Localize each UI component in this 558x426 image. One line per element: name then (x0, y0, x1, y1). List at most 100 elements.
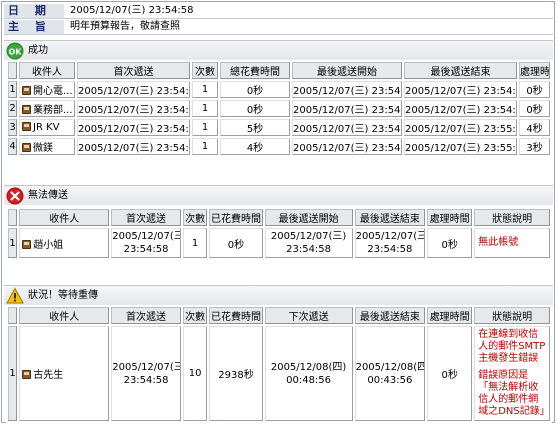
last-end-cell: 2005/12/07(三) 23:54:58 (404, 100, 517, 117)
table-row[interactable]: 4 微鎂 2005/12/07(三) 23:54:58 1 4秒 2005/12… (8, 138, 550, 155)
contact-card-icon (22, 239, 32, 249)
last-end-cell: 2005/12/07(三) 23:55:03 (404, 119, 517, 136)
col-count[interactable]: 次數 (192, 62, 218, 79)
proc-time-cell: 4秒 (519, 119, 550, 136)
last-end-cell: 2005/12/07(三) 23:54:58 (404, 81, 517, 98)
failed-section-header: 無法傳送 (4, 185, 553, 205)
recipient-name: 開心電... (33, 86, 73, 97)
date-label: 日 期 (4, 4, 64, 18)
delivery-report-panel: 日 期 2005/12/07(三) 23:54:58 主 旨 明年預算報告，敬請… (1, 1, 555, 423)
spent-time-cell: 2938秒 (209, 326, 263, 421)
recipient-name: JR KV (33, 122, 60, 133)
col-last-end[interactable]: 最後遞送結束 (354, 307, 426, 324)
col-next-send[interactable]: 下次遞送 (264, 307, 353, 324)
total-time-cell: 0秒 (220, 100, 290, 117)
col-spent-time[interactable]: 已花費時間 (209, 307, 263, 324)
col-last-end[interactable]: 最後遞送結束 (354, 209, 426, 226)
col-recipient[interactable]: 收件人 (19, 307, 110, 324)
col-proc-time[interactable]: 處理時間 (427, 307, 473, 324)
failed-table: 收件人 首次遞送 次數 已花費時間 最後遞送開始 最後遞送結束 處理時間 狀態說… (6, 207, 552, 260)
first-sent-cell: 2005/12/07(三) 23:54:58 (111, 326, 181, 421)
total-time-cell: 4秒 (220, 138, 290, 155)
col-proc-time[interactable]: 處理時間 (427, 209, 473, 226)
proc-time-cell: 0秒 (427, 228, 473, 258)
col-recipient[interactable]: 收件人 (19, 209, 110, 226)
last-start-time: 23:54:58 (286, 244, 332, 255)
col-status[interactable]: 狀態說明 (474, 307, 550, 324)
col-total-time[interactable]: 總花費時間 (220, 62, 290, 79)
last-end-time: 23:54:58 (367, 244, 413, 255)
recipient-name: 業務部... (33, 105, 73, 116)
col-status[interactable]: 狀態說明 (474, 209, 550, 226)
col-spent-time[interactable]: 已花費時間 (209, 209, 263, 226)
last-start-cell: 2005/12/07(三) 23:54:58 (292, 138, 402, 155)
count-cell: 10 (182, 326, 208, 421)
last-end-cell: 2005/12/08(四) 00:43:56 (354, 326, 426, 421)
table-row[interactable]: 1 古先生 2005/12/07(三) 23:54:58 10 2938秒 200… (8, 326, 550, 421)
last-start-cell: 2005/12/07(三) 23:54:58 (292, 81, 402, 98)
first-sent-cell: 2005/12/07(三) 23:54:58 (77, 100, 190, 117)
col-last-end[interactable]: 最後遞送結束 (404, 62, 517, 79)
col-recipient[interactable]: 收件人 (19, 62, 75, 79)
last-end-cell: 2005/12/07(三) 23:54:58 (354, 228, 426, 258)
col-last-start[interactable]: 最後遞送開始 (292, 62, 402, 79)
retry-title: 狀況！等待重傳 (28, 290, 98, 301)
col-last-start[interactable]: 最後遞送開始 (264, 209, 353, 226)
count-cell: 1 (192, 138, 218, 155)
last-start-cell: 2005/12/07(三) 23:54:58 (292, 119, 402, 136)
proc-time-cell: 0秒 (427, 326, 473, 421)
status-line-1: 在連線到收信人的郵件SMTP主機發生錯誤 (478, 329, 546, 364)
first-sent-date: 2005/12/07(三) (112, 361, 181, 373)
row-number: 4 (8, 138, 17, 155)
ok-icon: OK (6, 42, 24, 60)
table-row[interactable]: 1 趙小姐 2005/12/07(三) 23:54:58 1 0秒 2005/12… (8, 228, 550, 258)
success-title: 成功 (28, 45, 48, 56)
recipient-name: 趙小姐 (33, 239, 64, 251)
subject-label: 主 旨 (4, 20, 64, 34)
first-sent-date: 2005/12/07(三) (112, 231, 181, 242)
col-count[interactable]: 次數 (182, 209, 208, 226)
retry-section-header: 狀況！等待重傳 (4, 285, 553, 305)
first-sent-cell: 2005/12/07(三) 23:54:58 (77, 81, 190, 98)
last-end-date: 2005/12/08(四) (355, 361, 426, 373)
row-number: 3 (8, 119, 17, 136)
col-count[interactable]: 次數 (182, 307, 208, 324)
total-time-cell: 0秒 (220, 81, 290, 98)
status-cell: 無此帳號 (474, 228, 550, 258)
col-proc-time[interactable]: 處理時間 (519, 62, 550, 79)
col-first-sent[interactable]: 首次遞送 (111, 209, 181, 226)
proc-time-cell: 0秒 (519, 81, 550, 98)
recipient-cell: JR KV (19, 119, 75, 136)
recipient-cell: 趙小姐 (19, 228, 110, 258)
col-corner (8, 62, 17, 79)
next-send-date: 2005/12/08(四) (270, 361, 347, 373)
first-sent-time: 23:54:58 (123, 244, 169, 255)
recipient-cell: 古先生 (19, 326, 110, 421)
next-send-cell: 2005/12/08(四) 00:48:56 (264, 326, 353, 421)
contact-card-icon (22, 370, 32, 379)
retry-table: 收件人 首次遞送 次數 已花費時間 下次遞送 最後遞送結束 處理時間 狀態說明 … (6, 305, 552, 423)
last-start-cell: 2005/12/07(三) 23:54:58 (264, 228, 353, 258)
date-row: 日 期 2005/12/07(三) 23:54:58 (4, 4, 553, 19)
proc-time-cell: 3秒 (519, 138, 550, 155)
table-row[interactable]: 1 開心電... 2005/12/07(三) 23:54:58 1 0秒 200… (8, 81, 550, 98)
row-number: 1 (8, 228, 18, 258)
col-first-sent[interactable]: 首次遞送 (111, 307, 181, 324)
spent-time-cell: 0秒 (209, 228, 263, 258)
table-row[interactable]: 3 JR KV 2005/12/07(三) 23:54:58 1 5秒 2005… (8, 119, 550, 136)
recipient-cell: 微鎂 (19, 138, 75, 155)
count-cell: 1 (192, 100, 218, 117)
contact-card-icon (22, 122, 31, 131)
next-send-time: 00:48:56 (286, 374, 332, 386)
contact-card-icon (22, 105, 31, 114)
count-cell: 1 (192, 81, 218, 98)
row-number: 2 (8, 100, 17, 117)
table-row[interactable]: 2 業務部... 2005/12/07(三) 23:54:58 1 0秒 200… (8, 100, 550, 117)
col-first-sent[interactable]: 首次遞送 (77, 62, 190, 79)
status-cell: 在連線到收信人的郵件SMTP主機發生錯誤 錯誤原因是「無法解析收信人的郵件網域之… (474, 326, 550, 421)
row-number: 1 (8, 326, 18, 421)
last-end-time: 00:43:56 (367, 374, 413, 386)
success-section-header: OK 成功 (4, 40, 553, 60)
count-cell: 1 (182, 228, 208, 258)
subject-value: 明年預算報告，敬請查照 (70, 21, 180, 32)
